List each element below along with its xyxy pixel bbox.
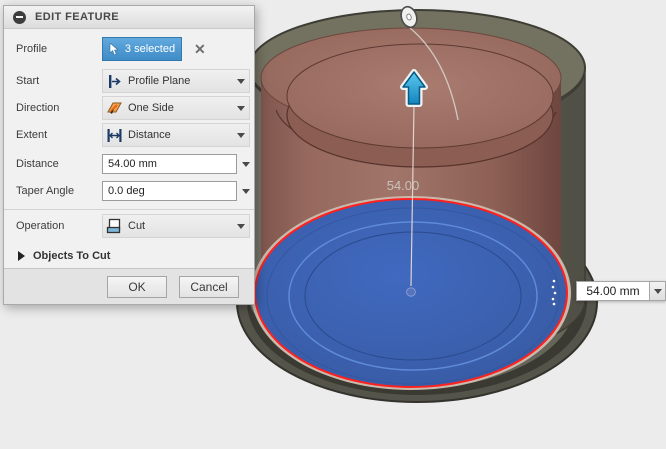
distance-label: Distance xyxy=(16,158,59,170)
extent-row: Extent Distance xyxy=(4,123,254,147)
chevron-down-icon xyxy=(237,132,245,138)
extent-dropdown[interactable]: Distance xyxy=(102,123,250,147)
profile-selection-count: 3 selected xyxy=(124,43,176,55)
profile-label: Profile xyxy=(16,43,48,55)
profile-row: Profile 3 selected ✕ xyxy=(4,37,254,61)
start-value: Profile Plane xyxy=(128,75,191,87)
objects-to-cut-expander[interactable]: Objects To Cut xyxy=(4,250,254,262)
cursor-icon xyxy=(109,42,119,55)
expander-triangle-icon xyxy=(18,251,25,261)
chevron-down-icon xyxy=(237,78,245,84)
chevron-down-icon xyxy=(237,105,245,111)
distance-icon xyxy=(107,128,122,142)
distance-value-widget: 54.00 mm xyxy=(576,281,666,301)
direction-row: Direction One Side xyxy=(4,96,254,120)
fusion360-app: { "dialog": { "title": "EDIT FEATURE", "… xyxy=(0,0,666,449)
extent-label: Extent xyxy=(16,129,48,141)
sketch-center-point[interactable] xyxy=(406,287,416,297)
chevron-down-icon xyxy=(653,288,662,294)
clear-selection-icon[interactable]: ✕ xyxy=(194,41,206,58)
cancel-button[interactable]: Cancel xyxy=(179,275,239,298)
chevron-down-icon[interactable] xyxy=(242,161,250,167)
start-dropdown[interactable]: Profile Plane xyxy=(102,69,250,93)
start-row: Start Profile Plane xyxy=(4,69,254,93)
start-label: Start xyxy=(16,75,40,87)
operation-value: Cut xyxy=(128,220,146,232)
dialog-footer: OK Cancel xyxy=(4,268,254,304)
profile-plane-icon xyxy=(109,74,121,88)
taper-angle-label: Taper Angle xyxy=(16,185,75,197)
operation-row: Operation Cut xyxy=(4,214,254,238)
dialog-title: EDIT FEATURE xyxy=(35,11,120,23)
ok-button[interactable]: OK xyxy=(107,275,167,298)
dimension-label: 54.00 xyxy=(387,178,420,193)
operation-label: Operation xyxy=(16,220,65,232)
operation-dropdown[interactable]: Cut xyxy=(102,214,250,238)
chevron-down-icon[interactable] xyxy=(242,188,250,194)
collapse-icon[interactable] xyxy=(13,10,26,24)
distance-row: Distance 54.00 mm xyxy=(4,154,254,174)
edit-feature-dialog: EDIT FEATURE Profile 3 selected ✕ Start … xyxy=(3,5,255,305)
extent-value: Distance xyxy=(128,129,171,141)
objects-to-cut-label: Objects To Cut xyxy=(33,250,111,262)
dialog-header[interactable]: EDIT FEATURE xyxy=(4,6,254,29)
one-side-icon xyxy=(107,102,122,114)
direction-value: One Side xyxy=(128,102,174,114)
distance-value-input[interactable]: 54.00 mm xyxy=(576,281,649,301)
cut-icon xyxy=(106,218,121,233)
chevron-down-icon xyxy=(237,223,245,229)
direction-dropdown[interactable]: One Side xyxy=(102,96,250,120)
distance-input[interactable]: 54.00 mm xyxy=(102,154,237,174)
taper-angle-input[interactable]: 0.0 deg xyxy=(102,181,237,201)
section-divider xyxy=(4,209,254,210)
direction-label: Direction xyxy=(16,102,60,114)
profile-selection-chip[interactable]: 3 selected xyxy=(102,37,182,61)
taper-angle-row: Taper Angle 0.0 deg xyxy=(4,181,254,201)
distance-value-dropdown[interactable] xyxy=(649,281,666,301)
